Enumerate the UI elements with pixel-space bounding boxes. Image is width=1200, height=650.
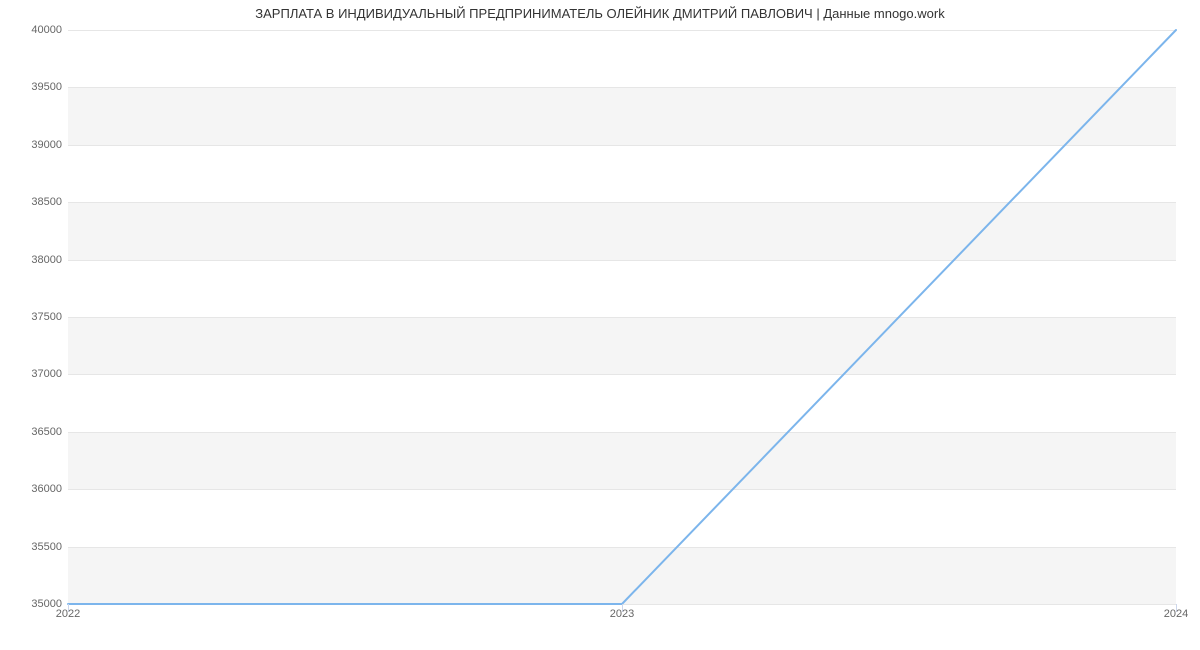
y-tick-label: 38500	[6, 196, 62, 208]
y-tick-label: 39000	[6, 139, 62, 151]
y-tick-label: 35000	[6, 598, 62, 610]
x-tick-label: 2023	[610, 608, 634, 620]
y-tick-label: 35500	[6, 541, 62, 553]
y-tick-label: 37000	[6, 368, 62, 380]
x-tick-label: 2024	[1164, 608, 1188, 620]
x-tick-label: 2022	[56, 608, 80, 620]
y-tick-label: 40000	[6, 24, 62, 36]
plot-area	[68, 30, 1176, 605]
y-tick-label: 37500	[6, 311, 62, 323]
salary-line-chart: ЗАРПЛАТА В ИНДИВИДУАЛЬНЫЙ ПРЕДПРИНИМАТЕЛ…	[0, 0, 1200, 650]
y-tick-label: 36500	[6, 426, 62, 438]
y-tick-label: 39500	[6, 81, 62, 93]
y-tick-label: 36000	[6, 483, 62, 495]
line-series	[68, 30, 1176, 604]
chart-title: ЗАРПЛАТА В ИНДИВИДУАЛЬНЫЙ ПРЕДПРИНИМАТЕЛ…	[0, 6, 1200, 21]
y-tick-label: 38000	[6, 254, 62, 266]
